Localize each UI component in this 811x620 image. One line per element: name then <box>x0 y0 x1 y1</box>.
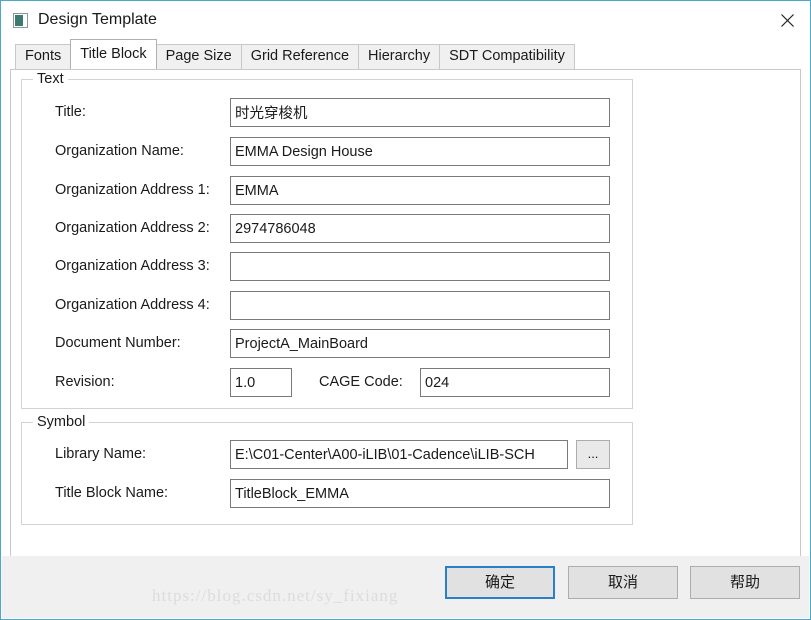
cage-code-input[interactable] <box>420 368 610 397</box>
dialog-footer: https://blog.csdn.net/sy_fixiang 确定 取消 帮… <box>2 556 809 618</box>
ok-button[interactable]: 确定 <box>445 566 555 599</box>
cancel-button[interactable]: 取消 <box>568 566 678 599</box>
title-label: Title: <box>55 104 86 120</box>
tab-hierarchy[interactable]: Hierarchy <box>358 44 441 69</box>
app-window-icon <box>13 12 28 28</box>
field-row-revision: Revision: CAGE Code: <box>22 368 632 397</box>
symbol-groupbox: Symbol Library Name: ... Title Block Nam… <box>21 414 633 525</box>
field-row-library-name: Library Name: ... <box>22 440 632 469</box>
watermark-text: https://blog.csdn.net/sy_fixiang <box>152 586 399 605</box>
document-number-input[interactable] <box>230 329 610 358</box>
field-row-organization-address-1: Organization Address 1: <box>22 176 632 205</box>
organization-address-4-label: Organization Address 4: <box>55 297 210 313</box>
organization-address-3-label: Organization Address 3: <box>55 258 210 274</box>
organization-address-2-input[interactable] <box>230 214 610 243</box>
organization-name-input[interactable] <box>230 137 610 166</box>
tab-grid-reference[interactable]: Grid Reference <box>240 44 360 69</box>
title-block-name-label: Title Block Name: <box>55 485 169 501</box>
text-group-legend: Text <box>33 71 68 87</box>
window-title: Design Template <box>38 11 157 28</box>
revision-label: Revision: <box>55 374 115 390</box>
title-bar: Design Template <box>1 1 810 39</box>
tab-bar: Fonts Title Block Page Size Grid Referen… <box>1 39 810 69</box>
organization-address-2-label: Organization Address 2: <box>55 220 210 236</box>
field-row-organization-name: Organization Name: <box>22 137 632 166</box>
organization-address-4-input[interactable] <box>230 291 610 320</box>
tab-fonts[interactable]: Fonts <box>15 44 72 69</box>
tab-sdt-compatibility[interactable]: SDT Compatibility <box>439 44 575 69</box>
cage-code-label: CAGE Code: <box>319 374 403 390</box>
field-row-title: Title: <box>22 98 632 127</box>
title-input[interactable] <box>230 98 610 127</box>
symbol-group-legend: Symbol <box>33 414 90 430</box>
library-name-input[interactable] <box>230 440 568 469</box>
tab-panel-title-block: Text Title: Organization Name: Organizat… <box>10 69 801 557</box>
organization-name-label: Organization Name: <box>55 143 184 159</box>
organization-address-1-label: Organization Address 1: <box>55 182 210 198</box>
title-block-name-input[interactable] <box>230 479 610 508</box>
design-template-dialog: Design Template Fonts Title Block Page S… <box>0 0 811 620</box>
revision-input[interactable] <box>230 368 292 397</box>
document-number-label: Document Number: <box>55 335 181 351</box>
browse-library-button[interactable]: ... <box>576 440 610 469</box>
field-row-organization-address-2: Organization Address 2: <box>22 214 632 243</box>
text-groupbox: Text Title: Organization Name: Organizat… <box>21 71 633 409</box>
help-button[interactable]: 帮助 <box>690 566 800 599</box>
field-row-organization-address-4: Organization Address 4: <box>22 291 632 320</box>
organization-address-3-input[interactable] <box>230 252 610 281</box>
close-icon[interactable] <box>764 1 810 39</box>
tab-title-block[interactable]: Title Block <box>70 39 157 69</box>
library-name-label: Library Name: <box>55 446 147 462</box>
field-row-organization-address-3: Organization Address 3: <box>22 252 632 281</box>
tab-page-size[interactable]: Page Size <box>155 44 242 69</box>
field-row-title-block-name: Title Block Name: <box>22 479 632 508</box>
field-row-document-number: Document Number: <box>22 329 632 358</box>
organization-address-1-input[interactable] <box>230 176 610 205</box>
